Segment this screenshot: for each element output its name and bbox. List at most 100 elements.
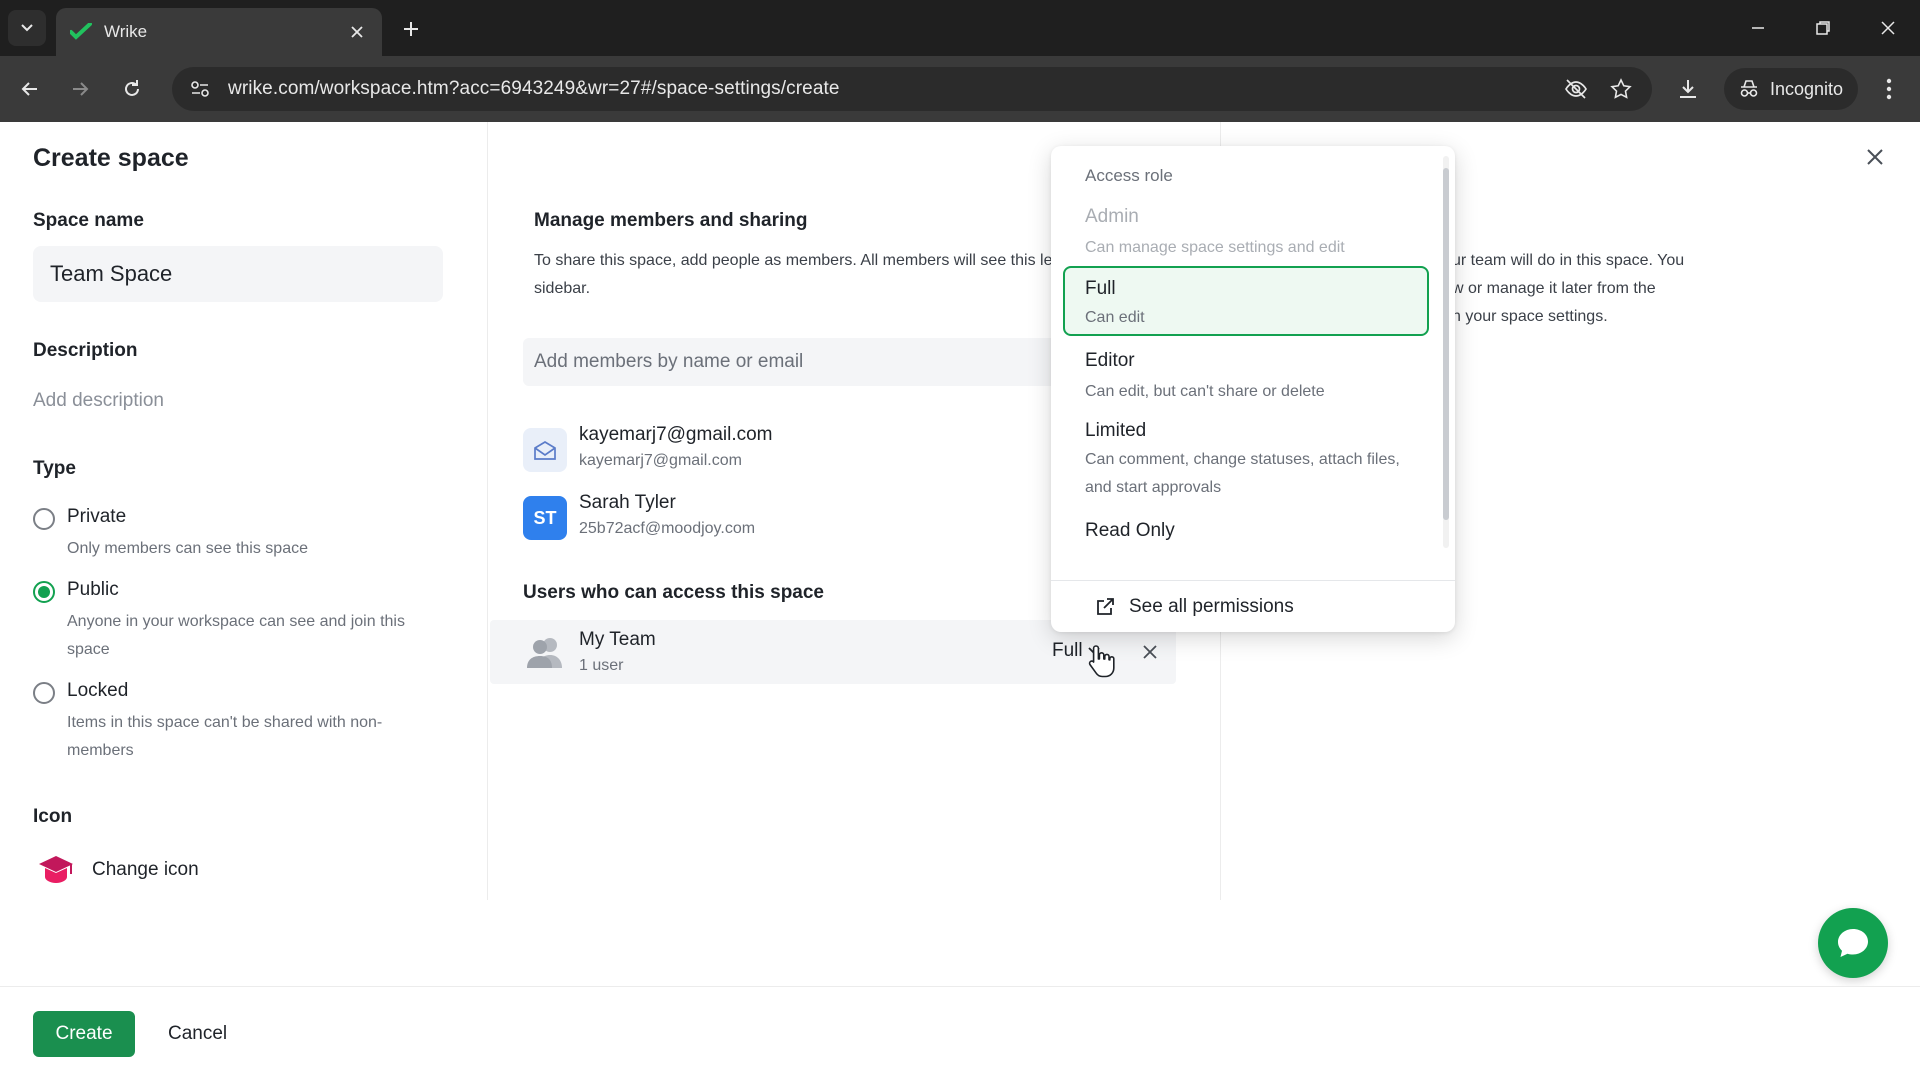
graduation-cap-icon bbox=[36, 850, 76, 890]
create-button[interactable]: Create bbox=[33, 1011, 135, 1057]
kebab-menu-icon bbox=[1886, 78, 1892, 100]
url-text: wrike.com/workspace.htm?acc=6943249&wr=2… bbox=[228, 78, 840, 99]
change-icon-button[interactable]: Change icon bbox=[36, 850, 199, 890]
space-info-line: w or manage it later from the bbox=[1452, 280, 1656, 297]
window-close-button[interactable] bbox=[1866, 10, 1910, 46]
close-icon bbox=[1143, 645, 1157, 659]
space-name-input[interactable] bbox=[33, 246, 443, 302]
incognito-indicator[interactable]: Incognito bbox=[1724, 68, 1858, 110]
chat-support-button[interactable] bbox=[1818, 908, 1888, 978]
dropdown-header: Access role bbox=[1085, 166, 1173, 185]
change-icon-label: Change icon bbox=[92, 859, 199, 880]
browser-toolbar: wrike.com/workspace.htm?acc=6943249&wr=2… bbox=[0, 56, 1920, 122]
envelope-icon bbox=[523, 428, 567, 472]
member-name: kayemarj7@gmail.com bbox=[579, 424, 773, 445]
team-users-icon bbox=[523, 630, 567, 674]
arrow-right-icon bbox=[73, 82, 89, 96]
minimize-icon bbox=[1752, 27, 1764, 29]
team-name: My Team bbox=[579, 629, 656, 650]
member-email: kayemarj7@gmail.com bbox=[579, 452, 742, 469]
remove-team-button[interactable] bbox=[1138, 640, 1162, 664]
role-option-read-only[interactable]: Read Only bbox=[1063, 508, 1429, 556]
dropdown-divider bbox=[1051, 580, 1455, 581]
restore-button[interactable] bbox=[1801, 10, 1845, 46]
locked-radio[interactable] bbox=[33, 682, 55, 704]
tab-search-button[interactable] bbox=[8, 10, 46, 46]
space-info-line: ur team will do in this space. You bbox=[1452, 252, 1685, 269]
browser-menu-button[interactable] bbox=[1876, 74, 1902, 104]
description-label: Description bbox=[33, 340, 138, 361]
description-input[interactable] bbox=[33, 386, 433, 416]
tab-title: Wrike bbox=[104, 22, 148, 41]
tab-close-icon[interactable] bbox=[346, 21, 368, 43]
type-option-title: Locked bbox=[67, 680, 129, 701]
role-option-desc: Can manage space settings and edit bbox=[1085, 239, 1345, 256]
space-info-line: n your space settings. bbox=[1452, 308, 1608, 325]
minimize-button[interactable] bbox=[1736, 10, 1780, 46]
role-option-title: Admin bbox=[1085, 206, 1139, 227]
download-button[interactable] bbox=[1672, 73, 1704, 105]
role-option-desc: Can edit, but can't share or delete bbox=[1085, 383, 1325, 400]
back-button[interactable] bbox=[14, 73, 46, 105]
icon-label: Icon bbox=[33, 806, 73, 827]
address-bar[interactable]: wrike.com/workspace.htm?acc=6943249&wr=2… bbox=[172, 67, 1652, 111]
dropdown-scrollbar[interactable] bbox=[1443, 156, 1449, 548]
role-option-title: Editor bbox=[1085, 350, 1135, 371]
browser-tab-bar: Wrike bbox=[0, 0, 1920, 56]
space-name-label: Space name bbox=[33, 210, 144, 231]
site-settings-icon[interactable] bbox=[188, 77, 212, 101]
role-option-full[interactable]: Full Can edit bbox=[1063, 266, 1429, 336]
role-option-editor[interactable]: Editor Can edit, but can't share or dele… bbox=[1063, 338, 1429, 406]
see-all-permissions-label: See all permissions bbox=[1129, 596, 1294, 617]
close-modal-button[interactable] bbox=[1862, 144, 1888, 170]
role-option-limited[interactable]: Limited Can comment, change statuses, at… bbox=[1063, 408, 1423, 506]
type-option-desc: Only members can see this space bbox=[67, 540, 308, 557]
close-icon bbox=[1881, 21, 1895, 35]
member-row: ST Sarah Tyler 25b72acf@moodjoy.com Ad bbox=[523, 492, 1083, 552]
type-label: Type bbox=[33, 458, 76, 479]
team-role-dropdown[interactable]: Full bbox=[1052, 640, 1101, 662]
chat-bubble-icon bbox=[1838, 929, 1868, 957]
add-members-input[interactable] bbox=[523, 338, 1083, 386]
space-info-text: ur team will do in this space. You w or … bbox=[1452, 247, 1732, 331]
incognito-label: Incognito bbox=[1770, 78, 1844, 99]
plus-icon bbox=[404, 22, 418, 36]
close-icon bbox=[1867, 149, 1883, 165]
browser-tab[interactable]: Wrike bbox=[56, 8, 382, 56]
space-settings-column: Create space Space name Description Type… bbox=[0, 122, 488, 900]
chevron-down-icon bbox=[21, 24, 33, 32]
chevron-down-icon bbox=[1087, 647, 1100, 655]
eye-off-icon[interactable] bbox=[1564, 67, 1588, 111]
role-option-desc: Can comment, change statuses, attach fil… bbox=[1085, 451, 1400, 496]
team-role-label: Full bbox=[1052, 640, 1083, 661]
new-tab-button[interactable] bbox=[396, 14, 426, 44]
type-option-title: Private bbox=[67, 506, 127, 527]
external-link-icon bbox=[1097, 598, 1114, 615]
member-name: Sarah Tyler bbox=[579, 492, 676, 513]
users-access-title: Users who can access this space bbox=[523, 582, 824, 603]
arrow-left-icon bbox=[21, 82, 37, 96]
download-icon bbox=[1680, 80, 1696, 98]
wrike-logo-icon bbox=[70, 21, 92, 43]
reload-button[interactable] bbox=[116, 73, 148, 105]
role-option-title: Limited bbox=[1085, 420, 1147, 441]
scrollbar-thumb[interactable] bbox=[1443, 168, 1449, 520]
bookmark-star-icon[interactable] bbox=[1610, 67, 1632, 111]
role-option-title: Full bbox=[1085, 278, 1116, 299]
private-radio[interactable] bbox=[33, 508, 55, 530]
create-space-modal: Create space Space name Description Type… bbox=[0, 122, 1920, 1080]
modal-footer: Create Cancel bbox=[0, 986, 1920, 1080]
type-option-title: Public bbox=[67, 579, 119, 600]
reload-icon bbox=[125, 80, 139, 96]
cancel-button[interactable]: Cancel bbox=[160, 1011, 235, 1057]
public-radio[interactable] bbox=[33, 581, 55, 603]
role-option-desc: Can edit bbox=[1085, 309, 1145, 326]
restore-icon bbox=[1816, 21, 1830, 35]
forward-button[interactable] bbox=[64, 73, 96, 105]
see-all-permissions-link[interactable]: See all permissions bbox=[1095, 596, 1294, 618]
member-email: 25b72acf@moodjoy.com bbox=[579, 520, 756, 537]
role-option-title: Read Only bbox=[1085, 520, 1175, 541]
member-row: kayemarj7@gmail.com kayemarj7@gmail.com … bbox=[523, 424, 1083, 484]
team-user-count: 1 user bbox=[579, 657, 624, 674]
type-option-desc: Anyone in your workspace can see and joi… bbox=[67, 613, 405, 658]
